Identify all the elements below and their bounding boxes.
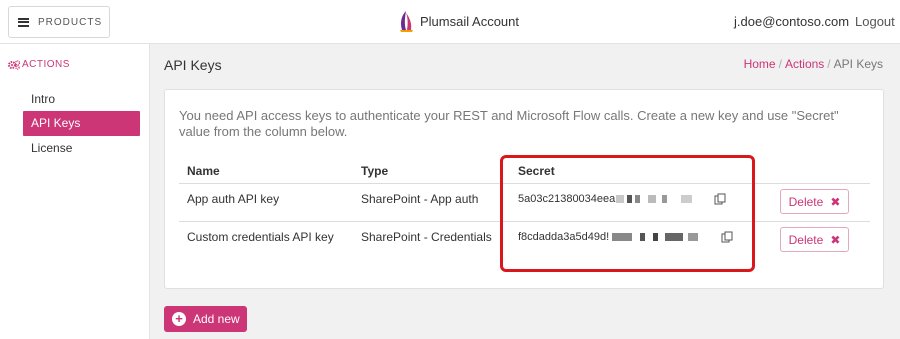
breadcrumb: Home / Actions / API Keys <box>743 57 883 71</box>
redaction-block <box>616 195 625 204</box>
redaction-block <box>612 233 633 242</box>
table-divider <box>179 221 870 222</box>
products-label: PRODUCTS <box>38 16 103 28</box>
page-title: API Keys <box>164 57 222 73</box>
column-header-secret: Secret <box>518 164 555 178</box>
sidebar-section-header: ACTIONS <box>8 59 70 70</box>
breadcrumb-current: API Keys <box>833 57 883 71</box>
api-keys-panel: You need API access keys to authenticate… <box>164 89 884 289</box>
hamburger-icon <box>18 17 29 27</box>
row-2-name: Custom credentials API key <box>187 230 334 244</box>
sidebar: ACTIONS Intro API Keys License <box>0 44 150 339</box>
add-new-label: Add new <box>193 312 240 326</box>
add-new-button[interactable]: + Add new <box>164 306 247 332</box>
copy-icon[interactable] <box>721 231 733 243</box>
row-2-type: SharePoint - Credentials <box>361 230 492 244</box>
top-bar: PRODUCTS Plumsail Account j.doe@contoso.… <box>0 0 900 44</box>
products-button[interactable]: PRODUCTS <box>8 6 110 38</box>
sidebar-item-intro[interactable]: Intro <box>23 87 140 112</box>
delete-label: Delete <box>788 194 824 209</box>
sidebar-item-api-keys[interactable]: API Keys <box>23 111 140 136</box>
delete-button[interactable]: Delete ✖ <box>780 227 849 252</box>
sidebar-section-title: ACTIONS <box>22 59 70 70</box>
redaction-block <box>648 195 657 204</box>
breadcrumb-home[interactable]: Home <box>744 57 776 71</box>
delete-label: Delete <box>788 232 824 247</box>
close-icon: ✖ <box>830 232 841 247</box>
plus-circle-icon: + <box>172 312 186 326</box>
redaction-block <box>665 233 684 242</box>
copy-icon[interactable] <box>714 193 726 205</box>
brand-name: Plumsail Account <box>420 13 519 29</box>
redaction-block <box>662 195 668 204</box>
row-1-secret: 5a03c21380034eea <box>518 193 693 205</box>
intro-text: You need API access keys to authenticate… <box>179 108 839 139</box>
brand[interactable]: Plumsail Account <box>398 10 519 32</box>
delete-button[interactable]: Delete ✖ <box>780 189 849 214</box>
row-1-type: SharePoint - App auth <box>361 192 479 206</box>
redaction-block <box>627 195 633 204</box>
sidebar-item-license[interactable]: License <box>23 136 140 161</box>
redaction-block <box>688 233 699 242</box>
close-icon: ✖ <box>830 194 841 209</box>
row-1-name: App auth API key <box>187 192 280 206</box>
redaction-block <box>681 195 693 204</box>
gears-icon <box>8 59 20 70</box>
redaction-block <box>640 233 646 242</box>
column-header-name: Name <box>187 164 220 178</box>
redaction-block <box>653 233 659 242</box>
plumsail-logo <box>400 11 413 32</box>
column-header-type: Type <box>361 164 389 178</box>
row-2-secret: f8cdadda3a5d49d! <box>518 231 699 243</box>
redaction-block <box>635 195 641 204</box>
breadcrumb-actions[interactable]: Actions <box>785 57 824 71</box>
logout-link[interactable]: Logout <box>855 14 895 29</box>
table-divider <box>179 183 870 184</box>
user-email: j.doe@contoso.com <box>734 14 850 29</box>
